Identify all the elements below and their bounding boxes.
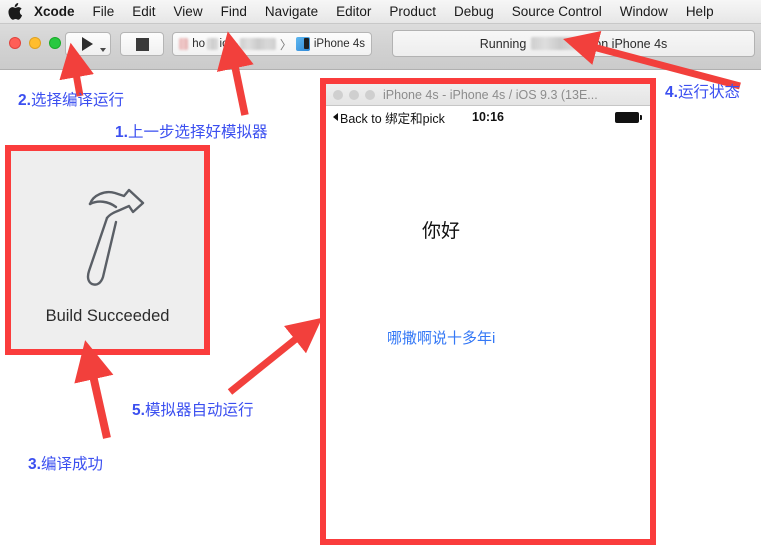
- status-target-blurred: [531, 37, 590, 50]
- menu-item-product[interactable]: Product: [380, 0, 445, 24]
- window-traffic-lights: [9, 37, 61, 49]
- stop-button[interactable]: [120, 32, 164, 56]
- simulator-device-icon: [295, 37, 310, 51]
- annotation-5: 5.模拟器自动运行: [132, 398, 253, 420]
- annotation-2: 2.选择编译运行: [18, 88, 124, 110]
- simulator-minimize-button[interactable]: [349, 89, 359, 100]
- project-icon-blurred: [179, 38, 189, 50]
- annotation-2-number: 2.: [18, 92, 31, 109]
- simulator-zoom-button[interactable]: [365, 89, 375, 100]
- simulator-window-title: iPhone 4s - iPhone 4s / iOS 9.3 (13E...: [383, 87, 598, 102]
- menu-item-edit[interactable]: Edit: [123, 0, 164, 24]
- simulator-traffic-lights: [333, 89, 375, 100]
- app-blue-label: 哪撒啊说十多年i: [387, 330, 496, 347]
- annotation-5-text: 模拟器自动运行: [144, 402, 254, 419]
- minimize-window-button[interactable]: [29, 37, 41, 49]
- status-suffix: on iPhone 4s: [594, 36, 668, 51]
- annotation-4: 4.运行状态: [665, 80, 740, 102]
- xcode-toolbar: ho ios- 〉 iPhone 4s Running on iPhone 4s: [0, 24, 761, 70]
- back-to-app-button[interactable]: Back to 绑定和pick: [333, 108, 445, 127]
- ios-app-screen: 你好 哪撒啊说十多年i: [326, 128, 650, 528]
- annotation-1-number: 1.: [115, 124, 128, 141]
- annotation-3-text: 编译成功: [40, 456, 103, 473]
- close-window-button[interactable]: [9, 37, 21, 49]
- battery-nub: [640, 114, 642, 120]
- battery-body: [615, 111, 639, 123]
- hammer-icon: [63, 177, 153, 297]
- play-icon: [81, 37, 93, 51]
- build-succeeded-annotation-box: Build Succeeded: [5, 145, 210, 355]
- menu-item-window[interactable]: Window: [611, 0, 677, 24]
- scheme-destination-label: iPhone 4s: [313, 38, 365, 50]
- arrow-to-simulator: [227, 317, 323, 395]
- ios-clock: 10:16: [472, 110, 504, 124]
- annotation-3-number: 3.: [28, 456, 41, 473]
- menu-item-help[interactable]: Help: [677, 0, 723, 24]
- simulator-close-button[interactable]: [333, 89, 343, 100]
- annotation-1-text: 上一步选择好模拟器: [127, 124, 268, 141]
- menu-item-navigate[interactable]: Navigate: [256, 0, 327, 24]
- menu-item-debug[interactable]: Debug: [445, 0, 503, 24]
- stop-square-icon: [135, 37, 149, 51]
- run-button[interactable]: [65, 32, 111, 56]
- scheme-destination-selector[interactable]: ho ios- 〉 iPhone 4s: [172, 32, 372, 56]
- status-text-group: Running on iPhone 4s: [480, 37, 668, 51]
- menu-item-find[interactable]: Find: [212, 0, 256, 24]
- macos-menu-bar: Xcode File Edit View Find Navigate Edito…: [0, 0, 761, 24]
- scheme-name-part1: ho: [192, 38, 206, 50]
- menu-item-view[interactable]: View: [165, 0, 212, 24]
- simulator-annotation-box: iPhone 4s - iPhone 4s / iOS 9.3 (13E... …: [320, 78, 656, 545]
- back-caret-icon: [333, 113, 338, 121]
- scheme-name-blur-2: [240, 38, 276, 50]
- build-succeeded-hud: Build Succeeded: [11, 151, 204, 349]
- annotation-2-text: 选择编译运行: [30, 92, 124, 109]
- scheme-name-blur-1: [207, 38, 218, 50]
- chevron-down-icon: [100, 48, 106, 52]
- ios-status-bar: Back to 绑定和pick 10:16: [326, 106, 650, 128]
- zoom-window-button[interactable]: [49, 37, 61, 49]
- menu-item-xcode[interactable]: Xcode: [30, 0, 84, 24]
- battery-full-icon: [615, 111, 642, 123]
- status-prefix: Running: [479, 36, 527, 51]
- back-to-app-label: Back to 绑定和pick: [340, 111, 445, 126]
- menu-item-editor[interactable]: Editor: [327, 0, 380, 24]
- arrow-to-build-hud: [74, 340, 114, 439]
- annotation-4-number: 4.: [665, 84, 678, 101]
- annotation-3: 3.编译成功: [28, 452, 103, 474]
- scheme-separator-icon: 〉: [279, 37, 292, 52]
- annotation-5-number: 5.: [132, 402, 145, 419]
- simulator-title-bar[interactable]: iPhone 4s - iPhone 4s / iOS 9.3 (13E...: [326, 84, 650, 106]
- menu-item-file[interactable]: File: [84, 0, 124, 24]
- app-hello-label: 你好: [422, 221, 461, 242]
- menu-item-source-control[interactable]: Source Control: [503, 0, 611, 24]
- annotation-1: 1.上一步选择好模拟器: [115, 120, 267, 142]
- activity-status-bar[interactable]: Running on iPhone 4s: [392, 30, 755, 57]
- scheme-name-part2: ios-: [219, 38, 239, 50]
- build-status-label: Build Succeeded: [45, 306, 170, 325]
- apple-logo-icon[interactable]: [6, 2, 24, 22]
- annotation-4-text: 运行状态: [677, 84, 740, 101]
